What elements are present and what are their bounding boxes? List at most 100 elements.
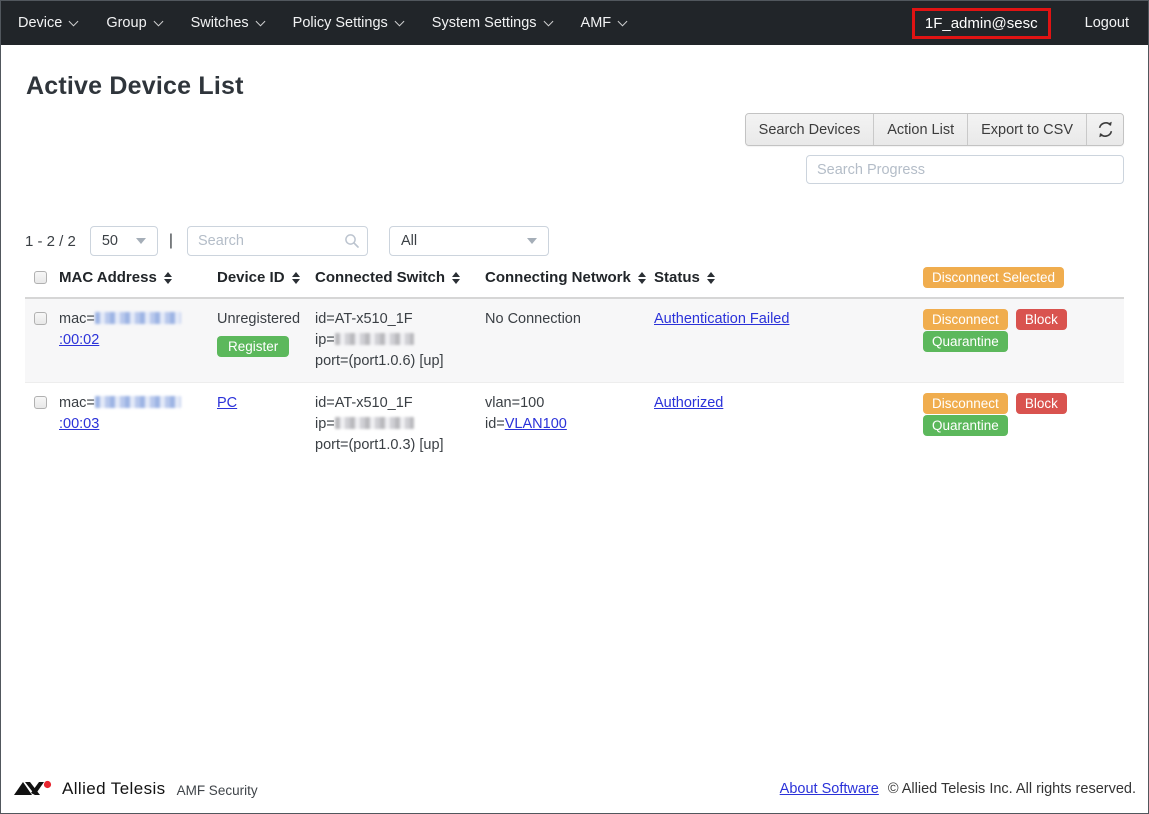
top-navbar: Device Group Switches Policy Settings Sy… <box>1 1 1148 45</box>
search-devices-button[interactable]: Search Devices <box>746 114 875 145</box>
pagination-range: 1 - 2 / 2 <box>25 233 76 250</box>
copyright-text: © Allied Telesis Inc. All rights reserve… <box>888 781 1136 797</box>
filter-value: All <box>401 233 417 249</box>
status-link[interactable]: Authentication Failed <box>654 311 789 327</box>
chevron-down-icon <box>255 17 265 27</box>
filter-select[interactable]: All <box>389 226 549 256</box>
device-id-link[interactable]: PC <box>217 395 237 411</box>
table-row: mac=:00:02 Unregistered Register id=AT-x… <box>25 298 1124 383</box>
dropdown-arrow-icon <box>136 238 146 244</box>
nav-item-amf[interactable]: AMF <box>581 15 627 31</box>
status-link[interactable]: Authorized <box>654 395 723 411</box>
nav-menu: Device Group Switches Policy Settings Sy… <box>18 15 655 31</box>
mac-prefix: mac= <box>59 395 95 411</box>
table-row: mac=:00:03 PC id=AT-x510_1F ip= port=(po… <box>25 383 1124 467</box>
dropdown-arrow-icon <box>527 238 537 244</box>
redacted-mac <box>95 312 181 324</box>
nav-item-label: Switches <box>191 15 249 31</box>
search-icon <box>344 233 360 249</box>
sort-icon[interactable] <box>707 272 715 284</box>
toolbar: Search Devices Action List Export to CSV <box>25 113 1124 146</box>
switch-ip: ip= <box>315 330 477 351</box>
footer: Allied Telesis AMF Security About Softwa… <box>1 771 1148 813</box>
progress-search-row <box>25 155 1124 184</box>
register-button[interactable]: Register <box>217 336 289 357</box>
toolbar-button-group: Search Devices Action List Export to CSV <box>745 113 1124 146</box>
page-size-select[interactable]: 50 <box>90 226 158 256</box>
device-id-value: Unregistered <box>217 309 307 330</box>
quarantine-button[interactable]: Quarantine <box>923 415 1008 436</box>
separator: | <box>169 232 173 250</box>
header-connected-switch: Connected Switch <box>315 269 445 286</box>
quarantine-button[interactable]: Quarantine <box>923 331 1008 352</box>
about-software-link[interactable]: About Software <box>780 781 879 797</box>
export-to-csv-button[interactable]: Export to CSV <box>968 114 1087 145</box>
refresh-button[interactable] <box>1087 114 1123 145</box>
footer-links: About Software © Allied Telesis Inc. All… <box>780 781 1136 797</box>
product-name: AMF Security <box>177 783 258 798</box>
switch-port: port=(port1.0.6) [up] <box>315 351 477 372</box>
header-status: Status <box>654 269 700 286</box>
chevron-down-icon <box>153 17 163 27</box>
nav-item-policy-settings[interactable]: Policy Settings <box>293 15 403 31</box>
nav-item-label: Policy Settings <box>293 15 388 31</box>
table-search-input[interactable] <box>187 226 368 256</box>
nav-item-switches[interactable]: Switches <box>191 15 264 31</box>
nav-item-label: System Settings <box>432 15 537 31</box>
header-mac-address: MAC Address <box>59 269 157 286</box>
disconnect-button[interactable]: Disconnect <box>923 393 1008 414</box>
sort-icon[interactable] <box>164 272 172 284</box>
switch-id: id=AT-x510_1F <box>315 309 477 330</box>
connecting-network-id: id=VLAN100 <box>485 414 646 435</box>
block-button[interactable]: Block <box>1016 309 1067 330</box>
logout-button[interactable]: Logout <box>1085 15 1129 31</box>
block-button[interactable]: Block <box>1016 393 1067 414</box>
user-account[interactable]: 1F_admin@sesc <box>912 8 1051 39</box>
search-progress-input[interactable] <box>806 155 1124 184</box>
chevron-down-icon <box>394 17 404 27</box>
nav-item-label: Device <box>18 15 62 31</box>
nav-item-group[interactable]: Group <box>106 15 161 31</box>
header-connecting-network: Connecting Network <box>485 269 631 286</box>
app-window: Device Group Switches Policy Settings Sy… <box>0 0 1149 814</box>
disconnect-selected-button[interactable]: Disconnect Selected <box>923 267 1064 288</box>
switch-port: port=(port1.0.3) [up] <box>315 435 477 456</box>
action-list-button[interactable]: Action List <box>874 114 968 145</box>
footer-brand-area: Allied Telesis AMF Security <box>14 779 258 799</box>
allied-telesis-logo <box>14 780 54 798</box>
device-table: MAC Address Device ID Connected Switch C… <box>25 262 1124 466</box>
header-device-id: Device ID <box>217 269 285 286</box>
disconnect-button[interactable]: Disconnect <box>923 309 1008 330</box>
page-size-value: 50 <box>102 233 118 249</box>
table-header-row: MAC Address Device ID Connected Switch C… <box>25 262 1124 298</box>
nav-item-label: AMF <box>581 15 612 31</box>
nav-item-device[interactable]: Device <box>18 15 77 31</box>
connecting-network-vlan: vlan=100 <box>485 393 646 414</box>
vlan-link[interactable]: VLAN100 <box>505 416 567 432</box>
redacted-ip <box>335 417 414 429</box>
sort-icon[interactable] <box>452 272 460 284</box>
select-all-checkbox[interactable] <box>34 271 47 284</box>
sort-icon[interactable] <box>638 272 646 284</box>
chevron-down-icon <box>543 17 553 27</box>
row-checkbox[interactable] <box>34 312 47 325</box>
nav-right: 1F_admin@sesc Logout <box>912 8 1135 39</box>
redacted-ip <box>335 333 414 345</box>
mac-prefix: mac= <box>59 311 95 327</box>
connecting-network-value: No Connection <box>485 309 646 330</box>
brand-name: Allied Telesis <box>62 779 166 799</box>
chevron-down-icon <box>618 17 628 27</box>
refresh-icon <box>1096 120 1115 139</box>
redacted-mac <box>95 396 181 408</box>
nav-item-label: Group <box>106 15 146 31</box>
main-content: Active Device List Search Devices Action… <box>1 45 1148 771</box>
page-title: Active Device List <box>26 72 1124 101</box>
nav-item-system-settings[interactable]: System Settings <box>432 15 552 31</box>
sort-icon[interactable] <box>292 272 300 284</box>
table-search <box>187 226 368 256</box>
chevron-down-icon <box>69 17 79 27</box>
switch-id: id=AT-x510_1F <box>315 393 477 414</box>
switch-ip: ip= <box>315 414 477 435</box>
row-checkbox[interactable] <box>34 396 47 409</box>
list-controls: 1 - 2 / 2 50 | All <box>25 226 1124 256</box>
